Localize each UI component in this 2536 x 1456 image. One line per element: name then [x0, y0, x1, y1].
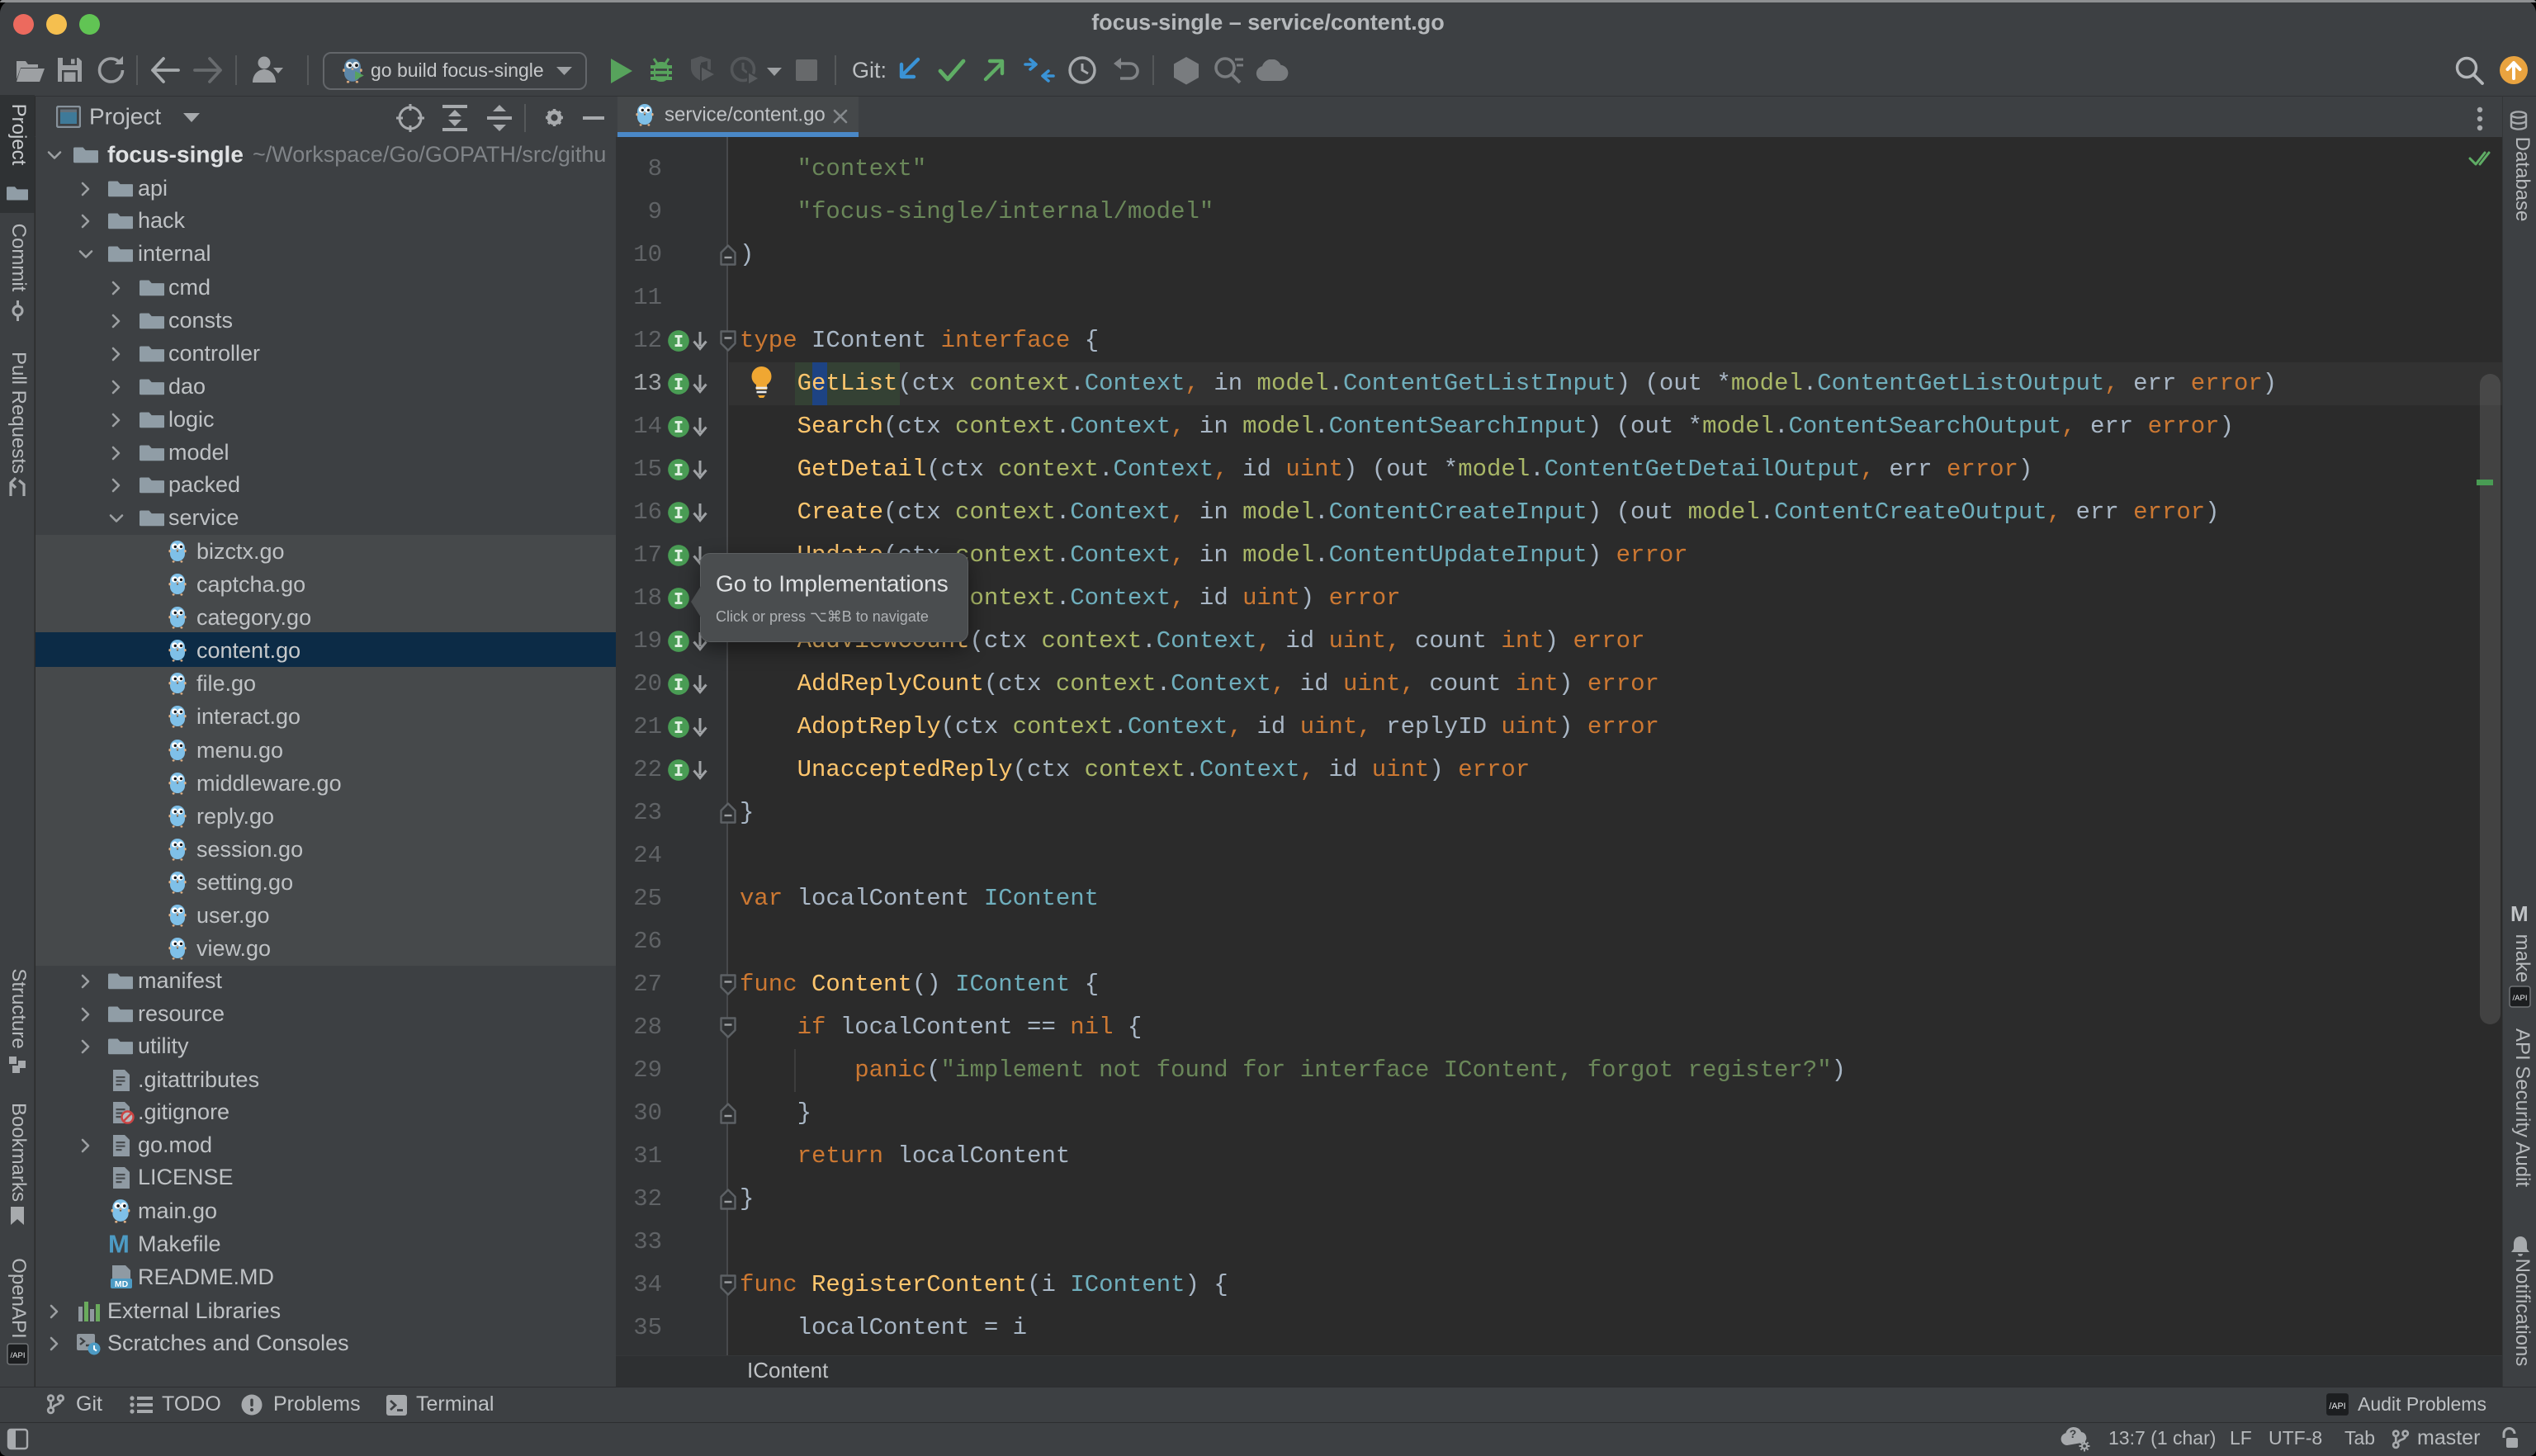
- svg-text:/API: /API: [11, 1351, 26, 1360]
- svg-text:MD: MD: [115, 1279, 129, 1289]
- svg-text:/API: /API: [2329, 1402, 2345, 1411]
- svg-text:/API: /API: [2513, 994, 2528, 1003]
- svg-text:?: ?: [2070, 1427, 2077, 1440]
